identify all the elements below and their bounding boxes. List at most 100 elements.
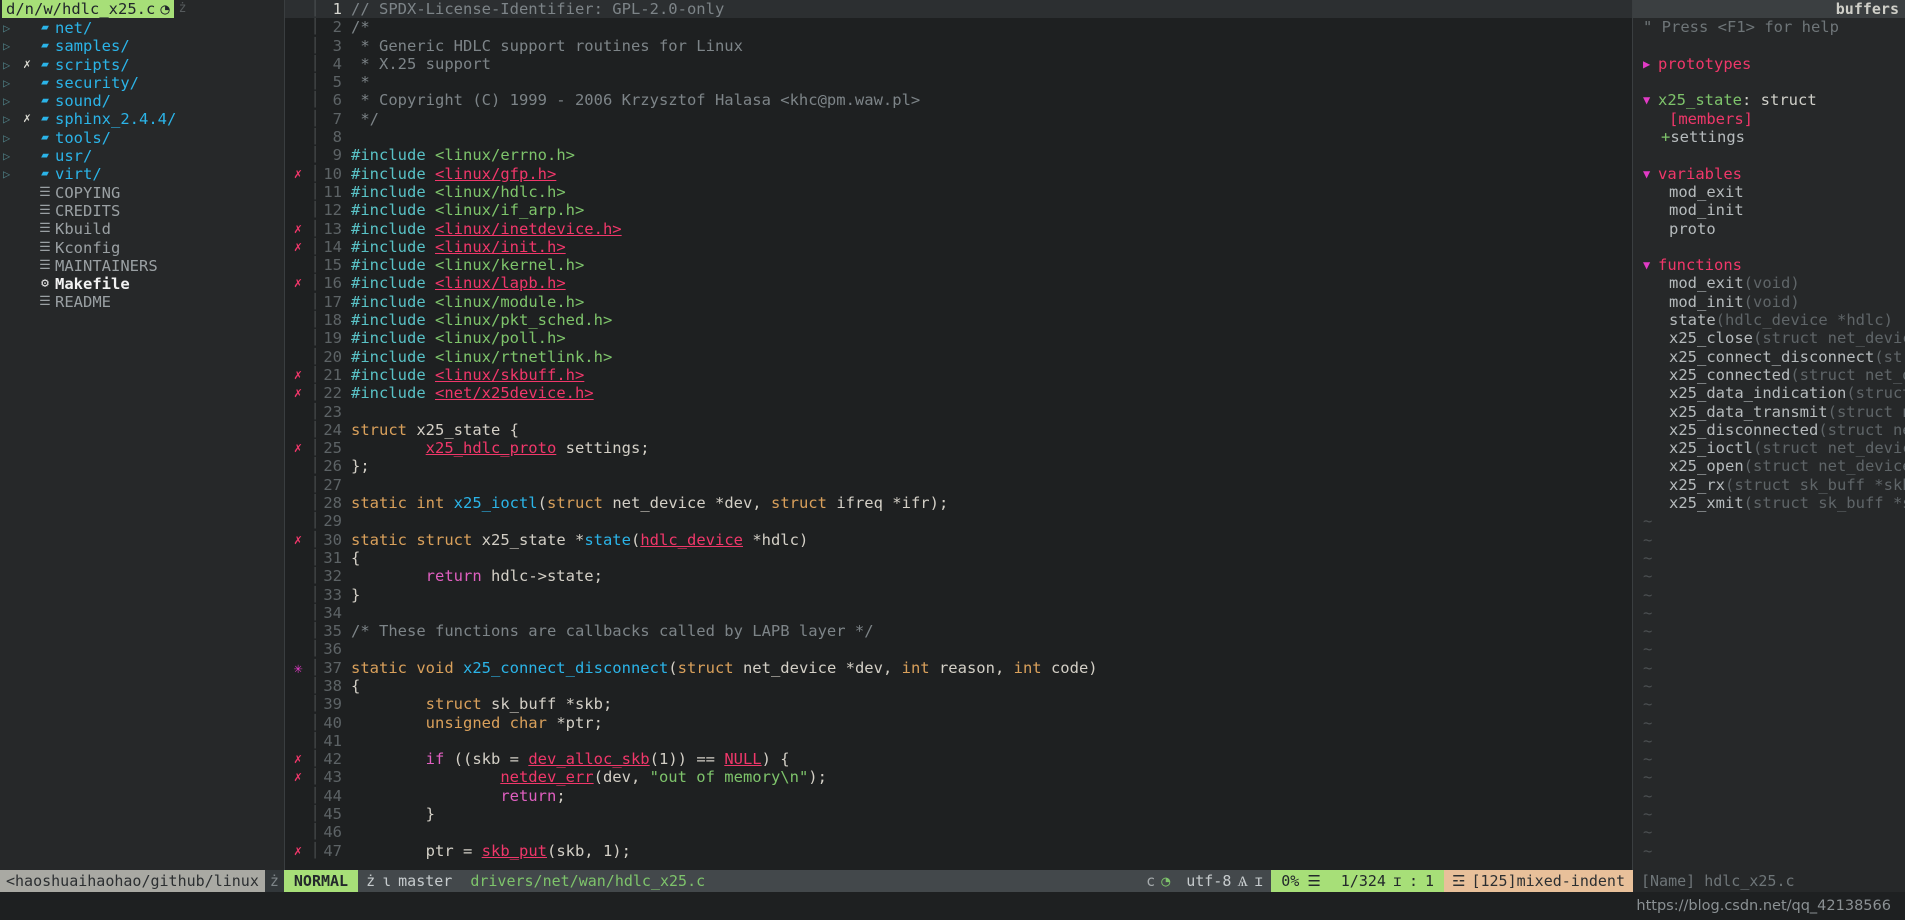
error-sign-icon[interactable]: ✗ — [285, 531, 311, 549]
error-sign-icon[interactable]: ✗ — [285, 384, 311, 402]
status-filepath[interactable]: drivers/net/wan/hdlc_x25.c — [460, 870, 1139, 892]
file-tree-item[interactable]: ☰ CREDITS — [0, 202, 284, 220]
code-line[interactable]: ✗ │ 10 #include <linux/gfp.h> — [285, 165, 1632, 183]
code-line[interactable]: │ 18 #include <linux/pkt_sched.h> — [285, 311, 1632, 329]
code-line[interactable]: │ 24 struct x25_state { — [285, 421, 1632, 439]
file-tree-item[interactable]: ▷ ▰ virt/ — [0, 165, 284, 183]
tagbar-item[interactable]: mod_exit (void) — [1643, 274, 1905, 292]
chevron-right-icon[interactable]: ▷ — [3, 147, 19, 165]
tagbar-item[interactable]: mod_init (void) — [1643, 293, 1905, 311]
code-line[interactable]: │ 6 * Copyright (C) 1999 - 2006 Krzysztof… — [285, 91, 1632, 109]
tagbar-item[interactable]: x25_xmit (struct sk_buff *s — [1643, 494, 1905, 512]
file-tree-item[interactable]: ▷ ▰ usr/ — [0, 147, 284, 165]
code-line[interactable]: ✗ │ 25 x25_hdlc_proto settings; — [285, 439, 1632, 457]
code-line[interactable]: │ 5 * — [285, 73, 1632, 91]
tagbar-item[interactable]: x25_connected (struct net_d — [1643, 366, 1905, 384]
error-sign-icon[interactable]: ✗ — [285, 220, 311, 238]
code-line[interactable]: │ 8 — [285, 128, 1632, 146]
code-line[interactable]: ✗ │ 21 #include <linux/skbuff.h> — [285, 366, 1632, 384]
chevron-right-icon[interactable]: ▷ — [3, 92, 19, 110]
code-editor[interactable]: │ 1// SPDX-License-Identifier: GPL-2.0-on… — [285, 0, 1632, 870]
tagbar-item[interactable]: state (hdlc_device *hdlc) — [1643, 311, 1905, 329]
file-tree-item[interactable]: ⚙ Makefile — [0, 275, 284, 293]
tagbar-item[interactable]: mod_exit — [1643, 183, 1905, 201]
tagbar-item[interactable]: x25_data_transmit (struct n — [1643, 403, 1905, 421]
code-line[interactable]: │ 27 — [285, 476, 1632, 494]
code-line[interactable]: │ 41 — [285, 732, 1632, 750]
code-line[interactable]: │ 35/* These functions are callbacks call… — [285, 622, 1632, 640]
error-sign-icon[interactable]: ✗ — [285, 274, 311, 292]
file-tree-item[interactable]: ▷ ✗ ▰ scripts/ — [0, 56, 284, 74]
error-sign-icon[interactable]: ✗ — [285, 750, 311, 768]
file-tree-item[interactable]: ▷ ▰ samples/ — [0, 37, 284, 55]
tagbar-item[interactable]: x25_data_indication(struct — [1643, 384, 1905, 402]
chevron-right-icon[interactable]: ▷ — [3, 129, 19, 147]
file-tree-item[interactable]: ☰ Kbuild — [0, 220, 284, 238]
code-line[interactable]: │ 12 #include <linux/if_arp.h> — [285, 201, 1632, 219]
error-sign-icon[interactable]: ✗ — [285, 238, 311, 256]
file-tree-item[interactable]: ▷ ✗ ▰ sphinx_2.4.4/ — [0, 110, 284, 128]
code-line[interactable]: │ 7 */ — [285, 110, 1632, 128]
file-tree-item[interactable]: ☰ README — [0, 293, 284, 311]
code-line[interactable]: │ 38{ — [285, 677, 1632, 695]
code-lines-container[interactable]: │ 1// SPDX-License-Identifier: GPL-2.0-on… — [285, 0, 1632, 860]
chevron-down-icon[interactable]: ▼ — [1643, 256, 1655, 274]
tagbar-panel[interactable]: buffers " Press <F1> for help ▶ prototype… — [1633, 0, 1905, 870]
tagbar-group-header[interactable]: ▼ functions — [1643, 256, 1905, 274]
file-tree-item[interactable]: ▷ ▰ tools/ — [0, 129, 284, 147]
tagbar-groups[interactable]: ▶ prototypes ▼ x25_state : struct [members]… — [1643, 37, 1905, 513]
tagbar-item[interactable]: x25_open (struct net_device — [1643, 457, 1905, 475]
code-line[interactable]: ✗ │ 14 #include <linux/init.h> — [285, 238, 1632, 256]
tagbar-item[interactable]: proto — [1643, 220, 1905, 238]
chevron-down-icon[interactable]: ▼ — [1643, 91, 1655, 109]
code-line[interactable]: │ 17 #include <linux/module.h> — [285, 293, 1632, 311]
code-line[interactable]: │ 19 #include <linux/poll.h> — [285, 329, 1632, 347]
code-line[interactable]: ✗ │ 43 netdev_err(dev, "out of memory\n"); — [285, 768, 1632, 786]
code-line[interactable]: ✗ │ 42 if ((skb = dev_alloc_skb(1)) == NUL… — [285, 750, 1632, 768]
code-line[interactable]: │ 20 #include <linux/rtnetlink.h> — [285, 348, 1632, 366]
tagbar-item[interactable]: x25_ioctl (struct net_device — [1643, 439, 1905, 457]
tagbar-item[interactable]: x25_rx (struct sk_buff *skb — [1643, 476, 1905, 494]
error-sign-icon[interactable]: ✗ — [285, 768, 311, 786]
breakpoint-marker-icon[interactable]: ✳ — [285, 659, 311, 677]
code-line[interactable]: ✳ │ 37 static void x25_connect_disconnect(s… — [285, 659, 1632, 677]
code-line[interactable]: ✗ │ 16 #include <linux/lapb.h> — [285, 274, 1632, 292]
error-sign-icon[interactable]: ✗ — [285, 366, 311, 384]
file-tree-item[interactable]: ▷ ▰ sound/ — [0, 92, 284, 110]
file-tree-item[interactable]: ▷ ▰ security/ — [0, 74, 284, 92]
code-line[interactable]: │ 46 — [285, 823, 1632, 841]
file-explorer-list[interactable]: ▷ ▰ net/▷ ▰ samples/▷ ✗ ▰ scripts/▷ ▰ security/▷ ▰… — [0, 18, 284, 312]
file-tree-item[interactable]: ☰ COPYING — [0, 184, 284, 202]
file-tree-item[interactable]: ☰ Kconfig — [0, 239, 284, 257]
tagbar-item[interactable]: mod_init — [1643, 201, 1905, 219]
file-tree-item[interactable]: ▷ ▰ net/ — [0, 19, 284, 37]
chevron-right-icon[interactable]: ▷ — [3, 19, 19, 37]
status-cwd[interactable]: <haoshuaihaohao/github/linux — [0, 870, 265, 892]
tagbar-item[interactable]: x25_disconnected (struct ne — [1643, 421, 1905, 439]
status-warning-badge[interactable]: ☲ [125]mixed-indent — [1444, 870, 1633, 892]
code-line[interactable]: │ 9 #include <linux/errno.h> — [285, 146, 1632, 164]
code-line[interactable]: │ 39 struct sk_buff *skb; — [285, 695, 1632, 713]
tagbar-group-header[interactable]: ▼ variables — [1643, 165, 1905, 183]
error-sign-icon[interactable]: ✗ — [285, 842, 311, 860]
tagbar-item[interactable]: +settings — [1643, 128, 1905, 146]
tagbar-item[interactable]: x25_connect_disconnect(str — [1643, 348, 1905, 366]
file-explorer-header-tag[interactable]: d/n/w/hdlc_x25.c ◔ — [2, 0, 174, 18]
chevron-right-icon[interactable]: ▷ — [3, 37, 19, 55]
file-explorer-panel[interactable]: d/n/w/hdlc_x25.c ◔ ż ▷ ▰ net/▷ ▰ samples/▷ ✗ ▰… — [0, 0, 284, 870]
tagbar-group-header[interactable]: ▶ prototypes — [1643, 55, 1905, 73]
tagbar-group-header[interactable]: ▼ x25_state : struct — [1643, 91, 1905, 109]
tagbar-item[interactable]: x25_close (struct net_device — [1643, 329, 1905, 347]
code-line[interactable]: │ 28 static int x25_ioctl(struct net_devic… — [285, 494, 1632, 512]
code-line[interactable]: │ 26}; — [285, 457, 1632, 475]
code-line[interactable]: │ 29 — [285, 512, 1632, 530]
code-line[interactable]: │ 32 return hdlc->state; — [285, 567, 1632, 585]
code-line[interactable]: │ 44 return; — [285, 787, 1632, 805]
code-line[interactable]: ✗ │ 47 ptr = skb_put(skb, 1); — [285, 842, 1632, 860]
chevron-right-icon[interactable]: ▷ — [3, 165, 19, 183]
chevron-down-icon[interactable]: ▼ — [1643, 165, 1655, 183]
code-line[interactable]: │ 45 } — [285, 805, 1632, 823]
code-line[interactable]: │ 15 #include <linux/kernel.h> — [285, 256, 1632, 274]
code-line[interactable]: ✗ │ 13 #include <linux/inetdevice.h> — [285, 220, 1632, 238]
chevron-right-icon[interactable]: ▷ — [3, 74, 19, 92]
